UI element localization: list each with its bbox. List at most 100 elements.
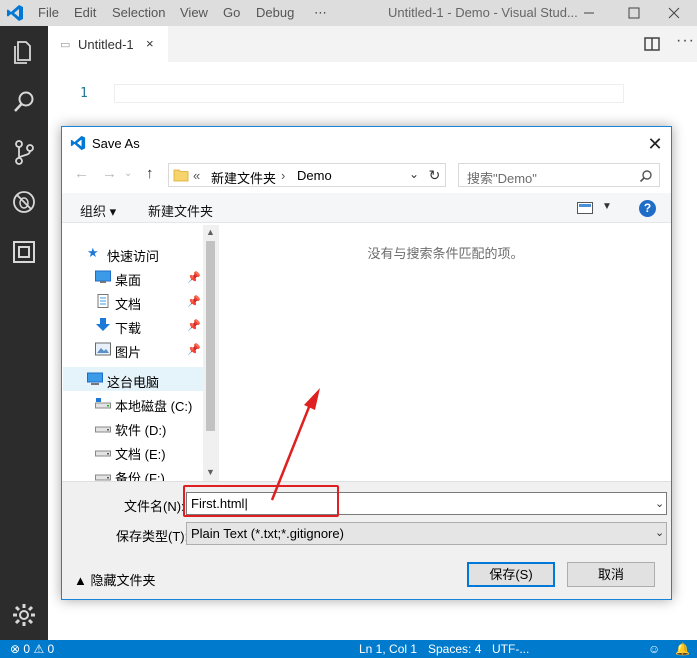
document-icon	[97, 294, 109, 308]
nav-item-downloads[interactable]: 下载 📌	[63, 313, 203, 337]
scroll-up-icon[interactable]: ▲	[203, 225, 218, 239]
address-dropdown-icon[interactable]: ⌄	[409, 167, 419, 181]
filetype-label: 保存类型(T):	[116, 529, 189, 544]
warning-icon: ⚠	[33, 642, 45, 656]
pin-icon[interactable]: 📌	[187, 271, 201, 284]
search-demo-input[interactable]: 搜索"Demo"	[458, 163, 660, 187]
window-title: Untitled-1 - Demo - Visual Stud...	[388, 5, 578, 20]
nav-item-drive-c[interactable]: 本地磁盘 (C:)	[63, 391, 203, 415]
dialog-title: Save As	[92, 136, 140, 151]
filename-label: 文件名(N):	[124, 499, 185, 514]
vscode-logo-icon	[70, 135, 86, 151]
cursor-position[interactable]: Ln 1, Col 1	[359, 642, 417, 656]
address-bar[interactable]: « 新建文件夹 › Demo ⌄	[168, 163, 444, 187]
nav-label: 备份 (F:)	[115, 471, 165, 481]
title-bar: File Edit Selection View Go Debug ⋯ Unti…	[0, 0, 697, 26]
nav-item-this-pc[interactable]: 这台电脑	[63, 367, 203, 391]
minimize-icon	[584, 12, 594, 14]
nav-label: 文档 (E:)	[115, 447, 166, 462]
help-icon[interactable]: ?	[639, 200, 656, 217]
breadcrumb-overflow[interactable]: «	[193, 168, 200, 183]
file-list-pane[interactable]: 没有与搜索条件匹配的项。	[218, 225, 671, 481]
warning-count: 0	[47, 642, 55, 656]
tab-untitled-1[interactable]: ▭ Untitled-1 ×	[48, 26, 168, 62]
errors-indicator[interactable]: ⊗ 0 ⚠ 0	[10, 642, 54, 656]
up-arrow-icon[interactable]: ↑	[146, 165, 154, 182]
drive-icon	[95, 450, 111, 457]
menu-selection[interactable]: Selection	[112, 5, 165, 20]
nav-scrollbar[interactable]: ▲ ▼	[203, 225, 218, 481]
menu-more[interactable]: ⋯	[314, 5, 327, 21]
indentation[interactable]: Spaces: 4	[428, 642, 481, 656]
notifications-bell-icon[interactable]: 🔔	[675, 642, 690, 656]
nav-item-pictures[interactable]: 图片 📌	[63, 337, 203, 361]
forward-arrow-icon[interactable]: →	[102, 165, 117, 182]
nav-item-drive-d[interactable]: 软件 (D:)	[63, 415, 203, 439]
save-button[interactable]: 保存(S)	[467, 562, 555, 587]
hide-folders-toggle[interactable]: ▲ 隐藏文件夹	[74, 570, 155, 589]
filetype-dropdown-icon[interactable]: ⌄	[655, 526, 664, 539]
current-line-highlight	[114, 84, 624, 103]
menu-file[interactable]: File	[38, 5, 59, 20]
nav-item-desktop[interactable]: 桌面 📌	[63, 265, 203, 289]
close-icon	[668, 7, 680, 19]
debug-icon[interactable]	[8, 186, 40, 218]
breadcrumb-separator-icon: ›	[281, 168, 286, 183]
settings-gear-icon[interactable]	[8, 599, 40, 631]
folder-icon	[173, 169, 189, 182]
refresh-icon: ↻	[428, 167, 441, 183]
cancel-button[interactable]: 取消	[567, 562, 655, 587]
nav-item-documents[interactable]: 文档 📌	[63, 289, 203, 313]
split-editor-icon[interactable]	[644, 37, 660, 51]
menu-edit[interactable]: Edit	[74, 5, 96, 20]
more-actions-icon[interactable]: ···	[676, 32, 695, 50]
pin-icon[interactable]: 📌	[187, 319, 201, 332]
encoding[interactable]: UTF-...	[492, 642, 529, 656]
breadcrumb-item[interactable]: 新建文件夹	[211, 168, 276, 187]
extensions-icon[interactable]	[8, 236, 40, 268]
nav-item-drive-f[interactable]: 备份 (F:)	[63, 463, 203, 481]
status-bar: ⊗ 0 ⚠ 0 Ln 1, Col 1 Spaces: 4 UTF-... ☺ …	[0, 640, 697, 658]
save-fields-area: 文件名(N): First.html| ⌄ 保存类型(T): Plain Tex…	[62, 481, 671, 599]
drive-icon	[95, 426, 111, 433]
tab-label: Untitled-1	[78, 37, 134, 52]
menu-go[interactable]: Go	[223, 5, 240, 20]
files-icon[interactable]	[8, 36, 40, 68]
minimize-button[interactable]	[566, 0, 612, 26]
close-window-button[interactable]	[651, 0, 697, 26]
source-control-icon[interactable]	[8, 136, 40, 168]
back-arrow-icon[interactable]: ←	[74, 165, 89, 182]
new-folder-button[interactable]: 新建文件夹	[148, 201, 213, 220]
pin-icon[interactable]: 📌	[187, 295, 201, 308]
filetype-select[interactable]: Plain Text (*.txt;*.gitignore) ⌄	[186, 522, 667, 545]
menu-debug[interactable]: Debug	[256, 5, 294, 20]
drive-icon	[95, 398, 111, 409]
nav-label: 桌面	[115, 273, 142, 288]
nav-item-drive-e[interactable]: 文档 (E:)	[63, 439, 203, 463]
dialog-title-bar: Save As ✕	[62, 127, 671, 159]
recent-locations-chevron-icon[interactable]: ⌄	[124, 168, 132, 179]
nav-item-quick-access[interactable]: ★ 快速访问	[63, 241, 203, 265]
desktop-icon	[95, 270, 111, 283]
scrollbar-thumb[interactable]	[206, 241, 215, 431]
empty-results-message: 没有与搜索条件匹配的项。	[367, 246, 524, 261]
nav-label: 图片	[115, 345, 142, 360]
tab-close-icon[interactable]: ×	[146, 36, 154, 51]
pin-icon[interactable]: 📌	[187, 343, 201, 356]
search-icon[interactable]	[8, 86, 40, 118]
file-icon: ▭	[60, 39, 71, 51]
dialog-close-icon[interactable]: ✕	[640, 131, 670, 157]
organize-button[interactable]: 组织 ▾	[80, 201, 116, 220]
view-dropdown-icon[interactable]: ▼	[602, 201, 612, 212]
scroll-down-icon[interactable]: ▼	[203, 465, 218, 479]
view-mode-icon[interactable]	[577, 202, 593, 214]
filename-dropdown-icon[interactable]: ⌄	[655, 497, 664, 510]
refresh-button[interactable]: ↻	[424, 163, 446, 187]
breadcrumb-item[interactable]: Demo	[297, 168, 332, 183]
line-number: 1	[80, 86, 88, 101]
menu-view[interactable]: View	[180, 5, 208, 20]
navigation-pane: ★ 快速访问 桌面 📌 文档 📌 下载 📌 图片 📌 这台电脑 本地磁盘 (C:…	[63, 225, 218, 481]
download-icon	[96, 318, 110, 331]
star-icon: ★	[87, 245, 99, 260]
feedback-icon[interactable]: ☺	[648, 642, 660, 656]
